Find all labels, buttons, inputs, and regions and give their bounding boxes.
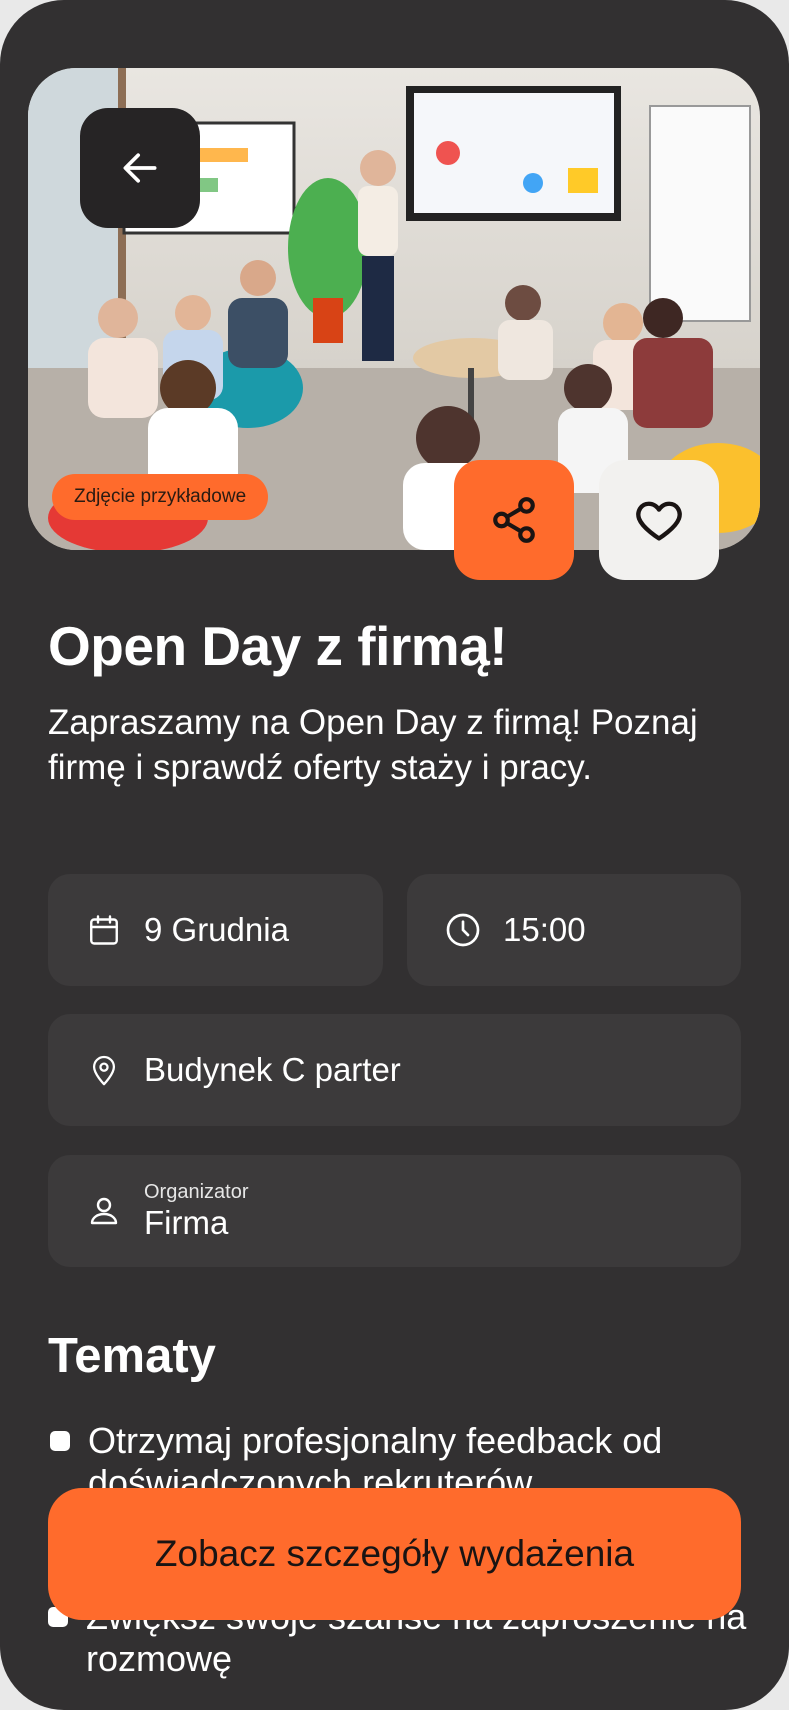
event-date: 9 Grudnia xyxy=(144,911,289,948)
share-button[interactable] xyxy=(454,460,574,580)
event-time: 15:00 xyxy=(503,911,586,948)
share-icon xyxy=(493,497,535,543)
heart-icon xyxy=(636,501,682,541)
calendar-icon xyxy=(84,910,124,950)
event-title: Open Day z firmą! xyxy=(48,615,508,677)
organizer-card: Organizator Firma xyxy=(48,1155,741,1267)
user-icon xyxy=(84,1191,124,1231)
location-card: Budynek C parter xyxy=(48,1014,741,1126)
bullet-icon xyxy=(50,1431,70,1451)
organizer-label: Organizator xyxy=(144,1181,249,1203)
sample-photo-badge: Zdjęcie przykładowe xyxy=(52,474,269,520)
date-card: 9 Grudnia xyxy=(48,874,383,986)
map-pin-icon xyxy=(84,1050,124,1090)
organizer-name: Firma xyxy=(144,1204,229,1241)
time-card: 15:00 xyxy=(407,874,741,986)
event-location: Budynek C parter xyxy=(144,1051,401,1088)
topics-heading: Tematy xyxy=(48,1329,216,1383)
clock-icon xyxy=(443,910,483,950)
arrow-left-icon xyxy=(123,153,157,183)
back-button[interactable] xyxy=(80,108,200,228)
event-description: Zapraszamy na Open Day z firmą! Poznaj f… xyxy=(48,703,698,787)
favorite-button[interactable] xyxy=(599,460,719,580)
see-event-details-button[interactable]: Zobacz szczegóły wydażenia xyxy=(48,1488,741,1620)
phone-screen: Zdjęcie przykładowe Open Day z firmą! Za… xyxy=(0,0,789,1710)
organizer-text: Organizator Firma xyxy=(144,1180,249,1242)
